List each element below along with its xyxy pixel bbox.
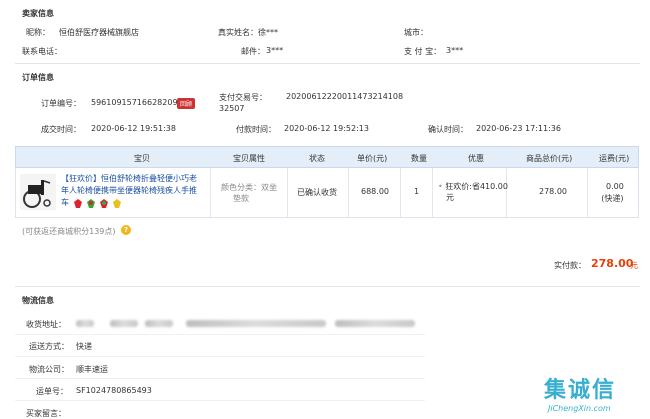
service-icon[interactable] (113, 198, 121, 208)
seller-alipay-label: 支 付 宝： (404, 47, 442, 56)
divider (15, 286, 640, 287)
product-attr-line1: 颜色分类：双坐 (221, 183, 277, 192)
item-status: 已确认收货 (297, 188, 337, 197)
th-qty: 数量 (411, 154, 427, 163)
trade-no-value-line2: 32507 (219, 104, 245, 113)
help-icon[interactable]: ? (121, 225, 131, 235)
th-total: 商品总价(元) (526, 154, 573, 163)
order-no-label: 订单编号： (41, 99, 81, 108)
order-snapshot-badge[interactable]: 回顾 (177, 98, 196, 109)
order-table-header: 宝贝 宝贝属性 状态 单价(元) 数量 优惠 商品总价(元) 运费(元) (15, 146, 639, 168)
product-thumbnail[interactable] (20, 174, 56, 210)
trade-no-value-line1: 20200612220011473214108 (286, 92, 404, 101)
seller-section-title: 卖家信息 (22, 9, 54, 18)
service-icon[interactable] (87, 198, 95, 208)
product-title-line2: 年人轮椅便携带坐便器轮椅残疾人手推 (61, 186, 197, 195)
service-icon[interactable] (74, 198, 82, 208)
paid-time-label: 付款时间： (236, 125, 276, 134)
shipping-method-value: 快递 (76, 342, 92, 351)
th-freight: 运费(元) (599, 154, 630, 163)
points-note: (可获返还商城积分139点) (22, 227, 116, 236)
created-time-label: 成交时间： (41, 125, 81, 134)
confirm-time-label: 确认时间： (428, 125, 468, 134)
item-discount: • 狂欢价:省410.00 元 (438, 182, 508, 202)
seller-email-label: 邮件： (241, 47, 265, 56)
trade-no-label: 支付交易号： (219, 93, 267, 102)
col-divider (587, 168, 588, 217)
shipping-method-label: 运送方式： (29, 342, 69, 351)
item-qty: 1 (414, 187, 420, 196)
paid-time-value: 2020-06-12 19:52:13 (284, 124, 369, 133)
col-divider (287, 168, 288, 217)
item-freight-value: 0.00 (606, 182, 624, 191)
seller-email-value: 3*** (266, 46, 284, 55)
th-attr: 宝贝属性 (233, 154, 265, 163)
item-discount-line1: 狂欢价:省410.00 (445, 182, 508, 191)
divider (15, 356, 425, 357)
col-divider (348, 168, 349, 217)
product-title-link[interactable]: 【狂欢价】恒伯舒轮椅折叠轻便小巧老 年人轮椅便携带坐便器轮椅残疾人手推 车 (61, 173, 207, 209)
item-total: 278.00 (539, 187, 567, 196)
th-status: 状态 (309, 154, 325, 163)
watermark-text: 集诚信 (544, 378, 617, 403)
logistics-section-title: 物流信息 (22, 296, 54, 305)
payment-value: 278.00 (591, 257, 634, 270)
divider (15, 400, 425, 401)
order-no-value: 596109157166282094 (91, 98, 183, 107)
product-title-line1: 【狂欢价】恒伯舒轮椅折叠轻便小巧老 (61, 174, 197, 183)
col-divider (400, 168, 401, 217)
product-attr-line2: 垫款 (233, 194, 249, 203)
seller-nick-value: 恒伯舒医疗器械旗舰店 (59, 28, 139, 37)
watermark-url: JiChengXin.com (548, 404, 611, 413)
th-item: 宝贝 (134, 154, 150, 163)
product-title-line3: 车 (61, 198, 69, 207)
item-discount-line2: 元 (446, 193, 454, 202)
logistics-company-label: 物流公司： (29, 365, 69, 374)
confirm-time-value: 2020-06-23 17:11:36 (476, 124, 561, 133)
divider (15, 378, 425, 379)
order-section-title: 订单信息 (22, 73, 54, 82)
buyer-message-label: 买家留言： (26, 409, 66, 418)
product-attr: 颜色分类：双坐 垫款 (221, 182, 277, 204)
payment-unit: 元 (630, 261, 638, 270)
th-unit-price: 单价(元) (357, 154, 388, 163)
table-row: 【狂欢价】恒伯舒轮椅折叠轻便小巧老 年人轮椅便携带坐便器轮椅残疾人手推 车 颜色… (15, 168, 639, 218)
col-divider (432, 168, 433, 217)
tracking-label: 运单号： (36, 387, 68, 396)
seller-phone-label: 联系电话： (22, 47, 62, 56)
divider (15, 63, 640, 64)
divider (15, 334, 425, 335)
seller-name-label: 真实姓名： (218, 28, 258, 37)
col-divider (210, 168, 211, 217)
item-freight-type: (快递) (601, 194, 624, 203)
address-label: 收货地址： (26, 320, 66, 329)
th-discount: 优惠 (468, 154, 484, 163)
service-icon[interactable] (100, 198, 108, 208)
item-freight: 0.00 (快递) (601, 181, 624, 205)
tracking-value: SF1024780865493 (76, 386, 152, 395)
payment-label: 实付款： (554, 261, 586, 270)
logistics-company-value: 顺丰速运 (76, 365, 108, 374)
created-time-value: 2020-06-12 19:51:38 (91, 124, 176, 133)
watermark-logo: 集诚信 JiChengXin.com (540, 372, 648, 418)
seller-name-value: 徐*** (258, 28, 278, 37)
seller-alipay-value: 3*** (446, 46, 464, 55)
item-unit-price: 688.00 (361, 187, 389, 196)
seller-nick-label: 昵称： (26, 28, 50, 37)
seller-city-label: 城市： (404, 28, 428, 37)
